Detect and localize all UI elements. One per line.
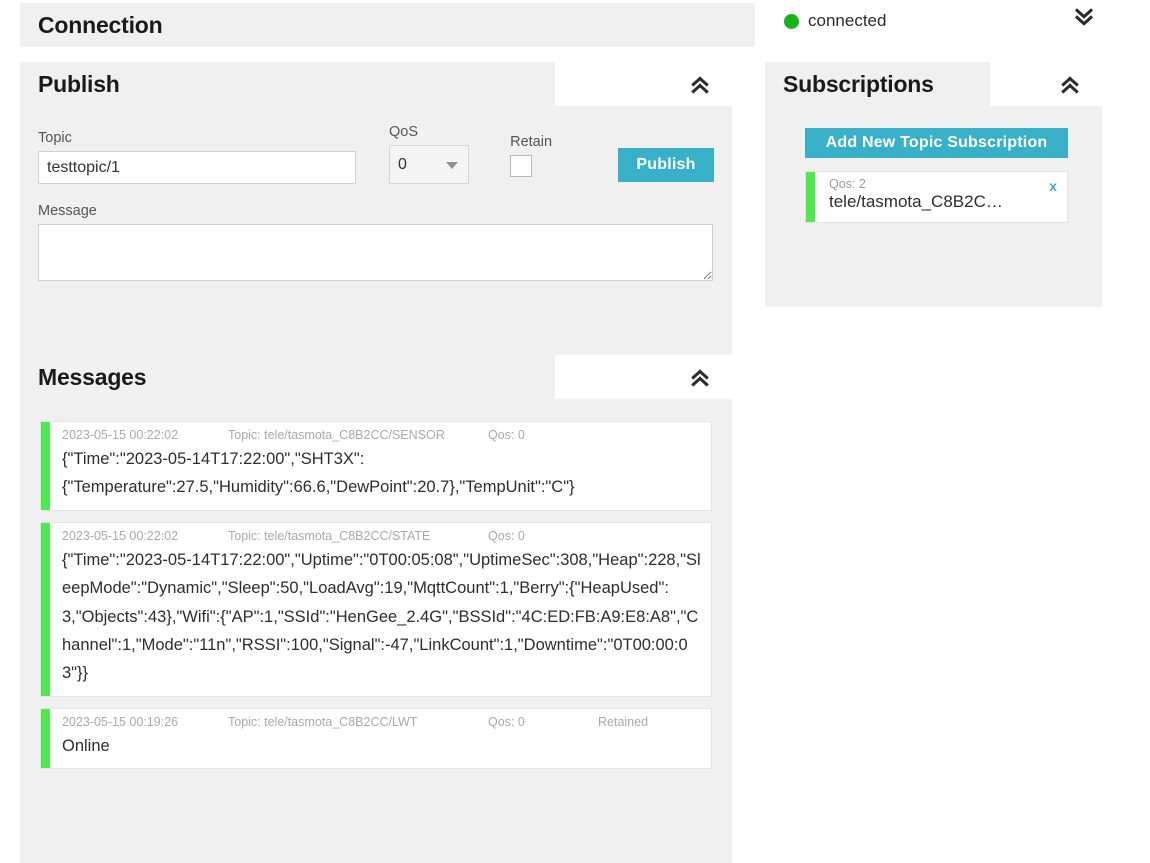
- message-qos: Qos: 0: [488, 428, 525, 442]
- message-timestamp: 2023-05-15 00:19:26: [62, 714, 179, 729]
- connection-panel: Connection: [20, 3, 755, 47]
- qos-select[interactable]: 0: [389, 145, 469, 184]
- publish-controls-row: Topic QoS 0 Retain Publish: [38, 124, 714, 184]
- publish-header-tab: Publish: [20, 62, 555, 106]
- table-row[interactable]: 2023-05-15 00:19:26 Topic: tele/tasmota_…: [40, 707, 712, 769]
- message-textarea[interactable]: [38, 224, 713, 281]
- message-topic: Topic: tele/tasmota_C8B2CC/LWT: [228, 714, 418, 729]
- message-payload: {"Time":"2023-05-14T17:22:00","SHT3X": {…: [62, 450, 575, 497]
- publish-title: Publish: [38, 70, 120, 97]
- subscriptions-body: Add New Topic Subscription Qos: 2 tele/t…: [765, 106, 1102, 307]
- retain-field-group: Retain: [510, 134, 590, 184]
- subscription-topic: tele/tasmota_C8B2C…: [829, 192, 1003, 211]
- connection-status: connected: [784, 11, 886, 31]
- retain-checkbox[interactable]: [510, 155, 533, 177]
- publish-header: Publish: [20, 62, 732, 106]
- messages-header-tab: Messages: [20, 355, 555, 399]
- message-color-bar: [41, 708, 50, 768]
- topic-input[interactable]: [38, 151, 356, 184]
- subscriptions-title: Subscriptions: [783, 70, 934, 97]
- message-meta: 2023-05-15 00:19:26 Topic: tele/tasmota_…: [62, 715, 701, 732]
- publish-button[interactable]: Publish: [618, 148, 714, 182]
- messages-panel: Messages 2023-05-15 00:22:02 Topic: tele…: [20, 355, 732, 863]
- subscriptions-header-actions: [990, 62, 1102, 106]
- subscription-qos: Qos: 2: [829, 177, 866, 191]
- message-meta: 2023-05-15 00:22:02 Topic: tele/tasmota_…: [62, 529, 701, 546]
- message-payload: Online: [62, 736, 110, 755]
- table-row[interactable]: 2023-05-15 00:22:02 Topic: tele/tasmota_…: [40, 421, 712, 511]
- qos-field-group: QoS 0: [389, 124, 498, 184]
- messages-header: Messages: [20, 355, 732, 399]
- chevron-down-icon: [446, 161, 458, 169]
- message-content: 2023-05-15 00:19:26 Topic: tele/tasmota_…: [50, 709, 711, 768]
- message-qos: Qos: 0: [488, 528, 525, 543]
- message-topic: Topic: tele/tasmota_C8B2CC/STATE: [228, 528, 431, 543]
- message-qos: Qos: 0: [488, 714, 525, 729]
- publish-panel: Publish Topic QoS 0 Retain: [20, 62, 732, 379]
- delete-subscription-icon[interactable]: x: [1049, 178, 1057, 194]
- message-timestamp: 2023-05-15 00:22:02: [62, 528, 179, 543]
- subscriptions-header-tab: Subscriptions: [765, 62, 990, 106]
- add-new-topic-subscription-button[interactable]: Add New Topic Subscription: [805, 128, 1068, 158]
- message-meta: 2023-05-15 00:22:02 Topic: tele/tasmota_…: [62, 428, 701, 445]
- message-timestamp: 2023-05-15 00:22:02: [62, 428, 179, 442]
- messages-body: 2023-05-15 00:22:02 Topic: tele/tasmota_…: [20, 399, 732, 863]
- table-row[interactable]: 2023-05-15 00:22:02 Topic: tele/tasmota_…: [40, 521, 712, 697]
- message-topic: Topic: tele/tasmota_C8B2CC/SENSOR: [228, 428, 445, 442]
- chevron-double-up-icon[interactable]: [686, 69, 716, 99]
- message-retained-badge: [598, 428, 701, 442]
- subscription-color-bar: [806, 172, 815, 222]
- messages-header-actions: [555, 355, 732, 399]
- qos-selected-value: 0: [398, 155, 407, 173]
- subscription-list: Qos: 2 tele/tasmota_C8B2C… x: [805, 171, 1069, 223]
- topic-label: Topic: [38, 130, 72, 146]
- message-color-bar: [41, 422, 50, 510]
- message-payload: {"Time":"2023-05-14T17:22:00","Uptime":"…: [62, 550, 701, 683]
- subscriptions-header: Subscriptions: [765, 62, 1102, 106]
- status-indicator-dot: [784, 13, 799, 29]
- chevron-double-down-icon[interactable]: [1070, 10, 1100, 40]
- chevron-double-up-icon[interactable]: [1056, 69, 1086, 99]
- message-label: Message: [38, 203, 97, 219]
- subscriptions-panel: Subscriptions Add New Topic Subscription…: [765, 62, 1102, 307]
- topic-field-group: Topic: [38, 130, 356, 184]
- qos-label: QoS: [389, 124, 419, 140]
- message-retained-badge: [598, 529, 701, 543]
- message-retained-badge: Retained: [598, 714, 649, 729]
- chevron-double-up-icon[interactable]: [686, 362, 716, 392]
- connection-status-label: connected: [808, 11, 887, 30]
- message-content: 2023-05-15 00:22:02 Topic: tele/tasmota_…: [50, 422, 711, 510]
- message-color-bar: [41, 522, 50, 696]
- list-item[interactable]: Qos: 2 tele/tasmota_C8B2C… x: [805, 171, 1068, 223]
- messages-title: Messages: [38, 363, 147, 390]
- publish-button-group: Publish: [618, 148, 714, 184]
- publish-header-actions: [555, 62, 732, 106]
- connection-title: Connection: [38, 12, 163, 38]
- subscription-content: Qos: 2 tele/tasmota_C8B2C… x: [815, 172, 1067, 222]
- message-content: 2023-05-15 00:22:02 Topic: tele/tasmota_…: [50, 523, 711, 696]
- message-field-group: Message: [38, 203, 714, 281]
- publish-body: Topic QoS 0 Retain Publish Message: [20, 106, 732, 379]
- retain-label: Retain: [510, 134, 553, 150]
